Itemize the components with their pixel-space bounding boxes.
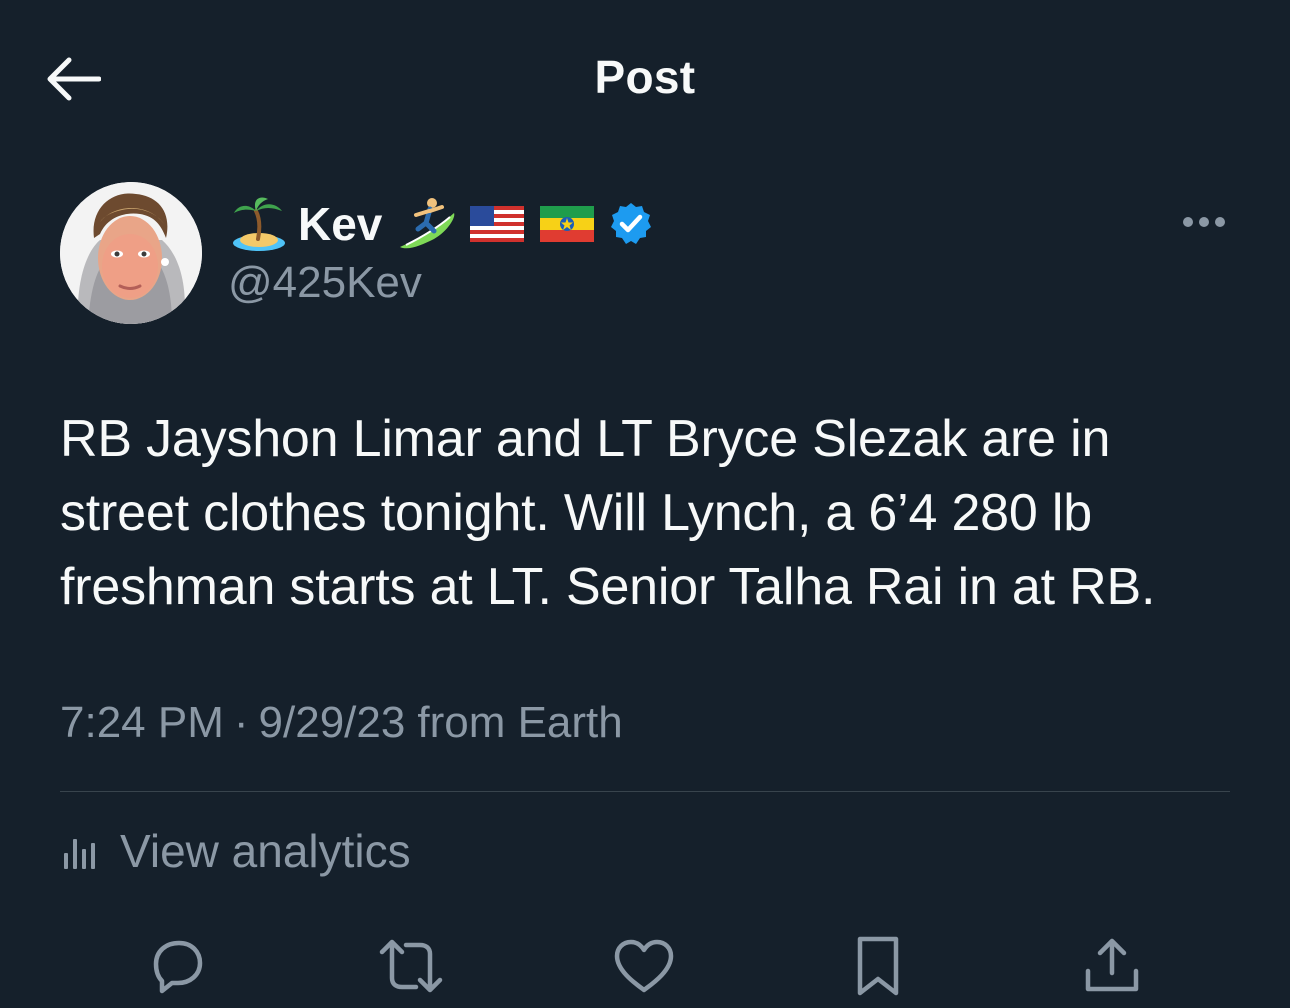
author-name-row[interactable]: Kev xyxy=(230,192,654,256)
avatar[interactable] xyxy=(60,182,202,324)
tweet-date[interactable]: 9/29/23 xyxy=(259,698,406,748)
like-button[interactable] xyxy=(608,930,680,1002)
tweet-time[interactable]: 7:24 PM xyxy=(60,698,224,748)
more-options-button[interactable] xyxy=(1176,200,1232,244)
bookmark-button[interactable] xyxy=(842,930,914,1002)
share-icon xyxy=(1085,938,1139,992)
desert-island-emoji xyxy=(233,197,285,251)
view-analytics-label: View analytics xyxy=(120,825,411,877)
heart-icon xyxy=(614,939,674,993)
bookmark-icon xyxy=(857,936,899,996)
author-handle[interactable]: @425Kev xyxy=(228,258,422,308)
more-dots-icon xyxy=(1183,217,1225,227)
view-analytics-button[interactable]: View analytics xyxy=(60,824,411,878)
analytics-bars-icon xyxy=(64,839,95,869)
reply-bubble-icon xyxy=(153,940,203,994)
repost-icon xyxy=(379,939,443,993)
us-flag-emoji xyxy=(470,206,525,242)
reply-button[interactable] xyxy=(141,930,213,1002)
page-title: Post xyxy=(594,51,696,103)
profile-photo xyxy=(60,182,202,324)
repost-button[interactable] xyxy=(375,930,447,1002)
divider xyxy=(60,791,1230,792)
meta-separator: · xyxy=(233,698,249,747)
ethiopia-flag-emoji xyxy=(540,206,595,242)
verified-badge-icon[interactable] xyxy=(608,201,654,247)
display-name: Kev xyxy=(298,198,383,250)
tweet-text: RB Jayshon Limar and LT Bryce Slezak are… xyxy=(60,410,1156,616)
post-page: Post Kev @425Kev RB Jayshon Limar and LT… xyxy=(0,0,1290,1008)
action-bar xyxy=(0,930,1290,1008)
tweet-source: from Earth xyxy=(417,698,623,747)
surfer-emoji xyxy=(400,198,455,249)
share-button[interactable] xyxy=(1076,930,1148,1002)
tweet-meta: 7:24 PM · 9/29/23 from Earth xyxy=(60,698,623,748)
